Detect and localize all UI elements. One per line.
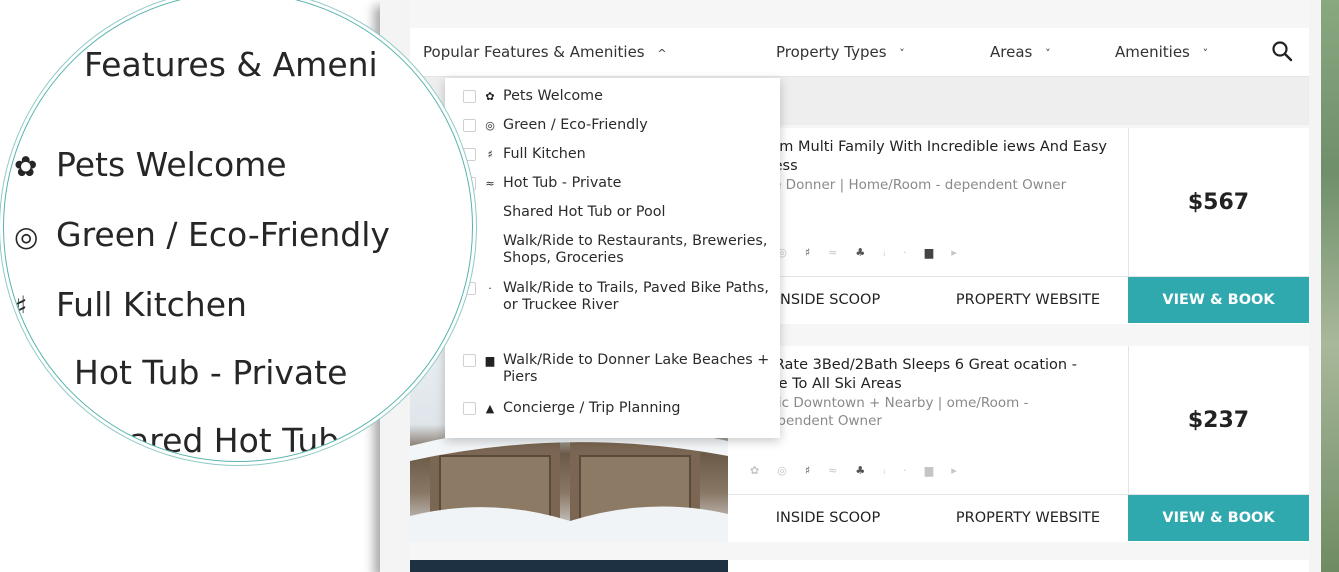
inside-scoop-button[interactable]: INSIDE SCOOP <box>728 495 929 541</box>
utensils-icon: ♯ <box>487 148 493 161</box>
paw-icon: ✿ <box>750 464 778 477</box>
amenity-icons-row: ✿◎♯≈♣ᵢ·▆▸ <box>750 246 975 259</box>
eco-icon: ◎ <box>777 246 805 259</box>
filter-option-trails[interactable]: · Walk/Ride to Trails, Paved Bike Paths,… <box>463 280 773 332</box>
magnifier-callout: Features & Ameni ✿ Pets Welcome ◎ Green / … <box>3 0 473 462</box>
magnified-item: ◎ Green / Eco-Friendly <box>14 215 390 254</box>
filter-option-label: Shared Hot Tub or Pool <box>503 204 666 220</box>
filter-option-label: Walk/Ride to Trails, Paved Bike Paths, o… <box>503 280 769 313</box>
nav-popular-features-label: Popular Features & Amenities <box>423 43 645 61</box>
view-book-button[interactable]: VIEW & BOOK <box>1128 495 1309 541</box>
chevron-down-icon: ˅ <box>1202 47 1209 60</box>
amenity-icons-row: ✿◎♯≈♣ᵢ·▆▸ <box>750 464 975 477</box>
filter-option-label: Hot Tub - Private <box>503 175 622 191</box>
magnified-item: ✿ Pets Welcome <box>14 145 287 184</box>
magnified-label: Full Kitchen <box>56 285 247 324</box>
filter-option-label: Pets Welcome <box>503 88 603 104</box>
top-nav: Popular Features & Amenities ^ Property … <box>410 28 1309 77</box>
view-book-button[interactable]: VIEW & BOOK <box>1128 277 1309 323</box>
checkbox[interactable] <box>463 119 476 132</box>
nav-areas[interactable]: Areas ˅ <box>990 43 1051 61</box>
hot-tub-icon: ≈ <box>828 464 856 477</box>
eco-icon: ◎ <box>777 464 805 477</box>
magnified-item: ♯ Full Kitchen <box>14 285 247 324</box>
listing-photo[interactable] <box>410 560 728 572</box>
chevron-down-icon: ˅ <box>899 47 905 60</box>
chevron-up-icon: ^ <box>657 47 667 60</box>
filter-option-label: Walk/Ride to Donner Lake Beaches + Piers <box>503 352 770 385</box>
magnified-label: ared Hot Tub <box>129 421 340 460</box>
utensils-icon: ♯ <box>804 246 829 259</box>
bike-icon: · <box>488 282 492 295</box>
listing-title[interactable]: est Rate 3Bed/2Bath Sleeps 6 Great ocati… <box>748 356 1118 394</box>
bike-icon: ♣ <box>855 464 884 477</box>
listing-location: istoric Downtown + Nearby | ome/Room - I… <box>748 395 1029 429</box>
beach-icon: ▆ <box>485 354 495 367</box>
filter-option-label: Green / Eco-Friendly <box>503 117 648 133</box>
filter-option-label: Concierge / Trip Planning <box>503 400 681 416</box>
filter-option-label: Full Kitchen <box>503 146 586 162</box>
search-icon[interactable] <box>1271 40 1293 62</box>
features-dropdown: ✿ Pets Welcome ◎ Green / Eco-Friendly ♯ … <box>445 78 780 438</box>
info-icon: ᵢ <box>883 464 904 477</box>
bike-icon: ♣ <box>855 246 884 259</box>
nav-areas-label: Areas <box>990 43 1033 61</box>
dot-icon: · <box>903 464 925 477</box>
hot-tub-icon: ≈ <box>485 177 495 190</box>
page-content: Popular Features & Amenities ^ Property … <box>410 0 1309 572</box>
browser-panel: Popular Features & Amenities ^ Property … <box>380 0 1339 572</box>
listing-location: ahoe Donner | Home/Room - dependent Owne… <box>748 177 1067 193</box>
property-website-button[interactable]: PROPERTY WEBSITE <box>928 495 1129 541</box>
chevron-down-icon: ˅ <box>1045 47 1051 60</box>
nav-amenities[interactable]: Amenities ˅ <box>1115 43 1208 61</box>
beach-icon: ▆ <box>924 464 952 477</box>
utensils-icon: ♯ <box>804 464 829 477</box>
magnified-label: Pets Welcome <box>56 145 287 184</box>
bell-icon: ▸ <box>951 464 975 477</box>
checkbox[interactable] <box>463 354 476 367</box>
listing-title[interactable]: ustom Multi Family With Incredible iews … <box>748 138 1118 176</box>
listing-price: $567 <box>1187 189 1250 215</box>
property-website-button[interactable]: PROPERTY WEBSITE <box>928 277 1129 323</box>
background-image-edge <box>1321 0 1339 572</box>
filter-option-label: Walk/Ride to Restaurants, Breweries, Sho… <box>503 233 768 266</box>
filter-option-restaurants[interactable]: Walk/Ride to Restaurants, Breweries, Sho… <box>463 233 773 269</box>
magnified-item: ared Hot Tub <box>129 421 339 460</box>
nav-popular-features[interactable]: Popular Features & Amenities ^ <box>423 43 667 61</box>
nav-property-types-label: Property Types <box>776 43 887 61</box>
info-icon: ᵢ <box>883 246 904 259</box>
dot-icon: · <box>903 246 925 259</box>
eco-icon: ◎ <box>14 220 39 253</box>
paw-icon: ✿ <box>14 150 38 183</box>
checkbox[interactable] <box>463 402 476 415</box>
listing-card <box>410 560 1309 572</box>
listing-actions: INSIDE SCOOP PROPERTY WEBSITE VIEW & BOO… <box>728 276 1309 323</box>
listing-price: $237 <box>1187 407 1250 433</box>
beach-icon: ▆ <box>924 246 952 259</box>
magnified-label: Green / Eco-Friendly <box>56 215 390 254</box>
eco-icon: ◎ <box>485 119 495 132</box>
magnified-label: Hot Tub - Private <box>74 353 348 392</box>
filter-option-beaches[interactable]: ▆ Walk/Ride to Donner Lake Beaches + Pie… <box>463 352 773 388</box>
checkbox[interactable] <box>463 148 476 161</box>
utensils-icon: ♯ <box>14 290 28 323</box>
hot-tub-icon: ≈ <box>828 246 856 259</box>
nav-property-types[interactable]: Property Types ˅ <box>776 43 905 61</box>
magnified-heading: Features & Ameni <box>84 45 378 84</box>
bell-icon: ▸ <box>951 246 975 259</box>
checkbox[interactable] <box>463 90 476 103</box>
paw-icon: ✿ <box>485 90 495 103</box>
bell-icon: ▲ <box>485 402 495 415</box>
listing-info: est Rate 3Bed/2Bath Sleeps 6 Great ocati… <box>728 346 1129 494</box>
listing-actions: INSIDE SCOOP PROPERTY WEBSITE VIEW & BOO… <box>728 494 1309 541</box>
nav-amenities-label: Amenities <box>1115 43 1190 61</box>
listing-info: ustom Multi Family With Incredible iews … <box>728 128 1129 276</box>
magnified-item: Hot Tub - Private <box>74 353 347 392</box>
